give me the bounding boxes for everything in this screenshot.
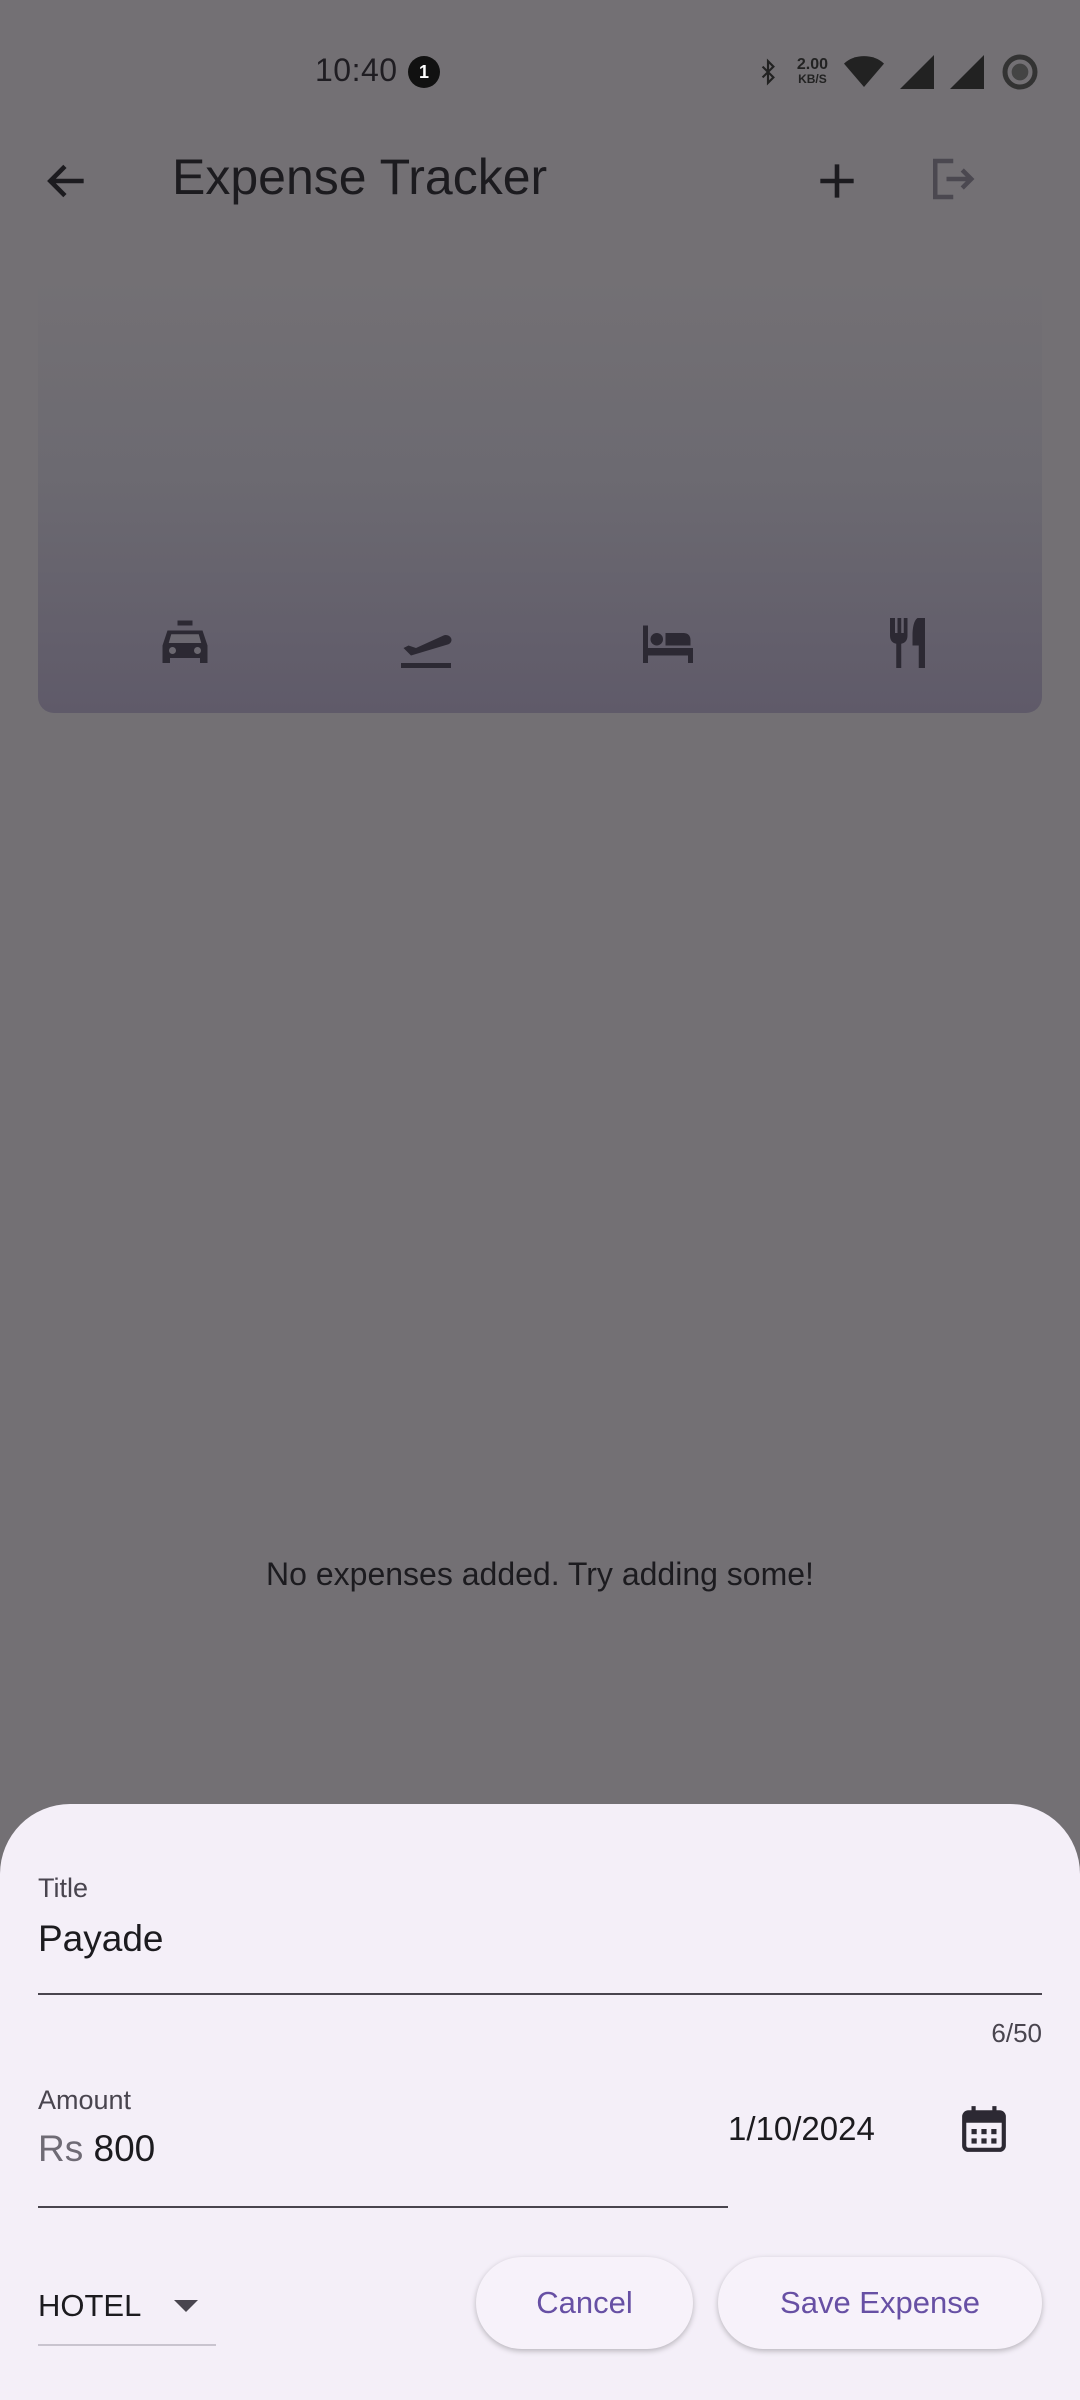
empty-state-message: No expenses added. Try adding some!	[266, 1556, 814, 1592]
back-arrow-icon[interactable]	[42, 156, 92, 206]
network-speed-value: 2.00	[796, 56, 828, 73]
title-underline	[38, 1993, 1042, 1995]
restaurant-icon	[890, 618, 925, 668]
app-bar: Expense Tracker	[0, 120, 1080, 240]
selected-date: 1/10/2024	[728, 2110, 875, 2147]
amount-label: Amount	[38, 2085, 132, 2115]
network-speed: 2.00 KB/S	[797, 57, 828, 87]
signal-icon-2	[950, 55, 984, 89]
flight-takeoff-icon	[401, 635, 452, 668]
dropdown-arrow-icon	[174, 2300, 198, 2312]
currency-prefix: Rs	[38, 2128, 84, 2169]
category-icons	[38, 613, 1042, 673]
amount-underline	[38, 2206, 728, 2208]
signal-icon	[900, 55, 934, 89]
wifi-icon	[844, 56, 884, 87]
logout-icon[interactable]	[924, 152, 978, 206]
hotel-bed-icon	[643, 625, 693, 663]
app-title: Expense Tracker	[172, 149, 548, 205]
category-dropdown[interactable]: HOTEL	[38, 2268, 216, 2346]
bluetooth-icon	[761, 58, 775, 86]
title-input[interactable]: Payade	[38, 1918, 164, 1960]
title-char-counter: 6/50	[991, 2018, 1042, 2048]
save-expense-button[interactable]: Save Expense	[718, 2257, 1042, 2349]
title-label: Title	[38, 1873, 89, 1903]
expense-chart-card	[38, 278, 1042, 713]
status-time: 10:40	[315, 52, 398, 88]
taxi-icon	[162, 620, 208, 663]
calendar-icon[interactable]	[959, 2103, 1009, 2155]
network-speed-unit: KB/S	[798, 72, 827, 86]
cancel-button[interactable]: Cancel	[476, 2257, 693, 2349]
category-value: HOTEL	[38, 2288, 142, 2323]
amount-value: 800	[93, 2128, 156, 2169]
add-icon[interactable]	[812, 156, 862, 206]
status-bar: 10:40 1 2.00 KB/S	[0, 0, 1080, 140]
notification-badge: 1	[408, 56, 440, 88]
screen: 10:40 1 2.00 KB/S Expense Tracker No exp…	[0, 0, 1080, 2400]
amount-input[interactable]: Rs 800	[38, 2128, 155, 2170]
status-icons: 2.00 KB/S	[755, 50, 1040, 94]
data-saver-icon	[1002, 54, 1038, 90]
